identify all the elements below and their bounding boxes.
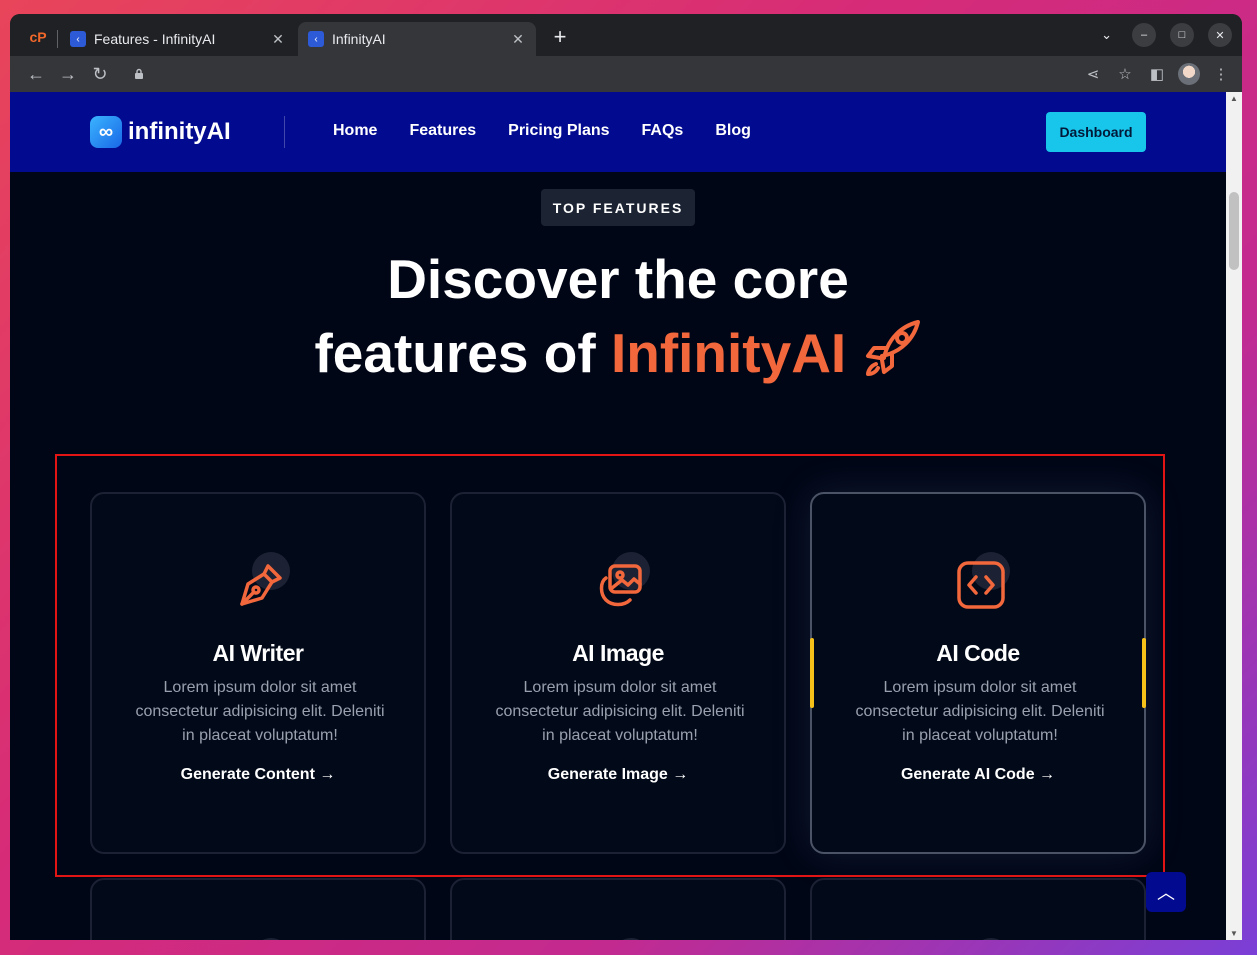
- image-icon: [599, 564, 642, 607]
- feature-icon-wrap: [230, 938, 290, 940]
- menu-kebab-icon[interactable]: ⋮: [1210, 65, 1232, 83]
- feature-description: Lorem ipsum dolor sit amet consectetur a…: [495, 679, 745, 744]
- feature-icon-wrap: [590, 938, 650, 940]
- section-eyebrow: TOP FEATURES: [541, 189, 695, 226]
- nav-pricing-plans[interactable]: Pricing Plans: [508, 122, 609, 140]
- nav-blog[interactable]: Blog: [715, 122, 751, 140]
- code-icon: [957, 561, 1005, 609]
- feature-card-ai-writer[interactable]: AI Writer Lorem ipsum dolor sit amet con…: [90, 492, 426, 854]
- new-tab-button[interactable]: +: [548, 24, 572, 50]
- address-bar[interactable]: [122, 60, 1076, 88]
- profile-avatar[interactable]: [1178, 63, 1200, 85]
- feature-card-ai-image[interactable]: AI Image Lorem ipsum dolor sit amet cons…: [450, 492, 786, 854]
- close-window-button[interactable]: ✕: [1208, 23, 1232, 47]
- feature-description: Lorem ipsum dolor sit amet consectetur a…: [135, 679, 385, 744]
- site-favicon-icon: ‹: [308, 31, 324, 47]
- feature-card-ai-code[interactable]: AI Code Lorem ipsum dolor sit amet conse…: [810, 492, 1146, 854]
- side-panel-icon[interactable]: ◧: [1146, 65, 1168, 83]
- tab-close-icon[interactable]: ✕: [270, 31, 286, 48]
- pen-nib-icon: [240, 564, 282, 606]
- feature-description: Lorem ipsum dolor sit amet consectetur a…: [855, 679, 1105, 744]
- feature-icon-wrap: [590, 552, 650, 612]
- tab-features[interactable]: ‹ Features - InfinityAI ✕: [60, 22, 296, 56]
- page-scrollbar[interactable]: ▲ ▼: [1226, 92, 1242, 940]
- icon-bubble: [252, 938, 290, 940]
- tab-close-icon[interactable]: ✕: [510, 31, 526, 48]
- title-accent: InfinityAI: [610, 322, 847, 384]
- feature-cta-link[interactable]: Generate Content →: [92, 766, 424, 784]
- rocket-icon: [865, 320, 920, 376]
- window-controls: ⌄ – □ ✕: [1101, 23, 1232, 47]
- infinity-logo-icon: ∞: [90, 116, 122, 148]
- scrollbar-thumb[interactable]: [1229, 192, 1239, 270]
- title-line-1: Discover the core: [387, 248, 849, 310]
- maximize-button[interactable]: □: [1170, 23, 1194, 47]
- scroll-down-icon[interactable]: ▼: [1230, 929, 1238, 938]
- feature-icon-wrap: [230, 552, 290, 612]
- pinned-tab-cpanel-icon[interactable]: cP: [20, 22, 56, 52]
- tab-strip: cP ‹ Features - InfinityAI ✕ ‹ InfinityA…: [10, 14, 1242, 56]
- minimize-button[interactable]: –: [1132, 23, 1156, 47]
- reload-icon[interactable]: ↻: [84, 64, 116, 85]
- dashboard-button[interactable]: Dashboard: [1046, 112, 1146, 152]
- scroll-up-icon[interactable]: ▲: [1230, 94, 1238, 103]
- nav-divider: [284, 116, 285, 148]
- logo-text: infinityAI: [128, 118, 231, 145]
- title-prefix: features of: [314, 322, 611, 384]
- browser-toolbar: ← → ↻ ⋖ ☆ ◧ ⋮: [10, 56, 1242, 92]
- feature-cta-link[interactable]: Generate AI Code →: [812, 766, 1144, 784]
- section-title: Discover the core features of InfinityAI: [10, 242, 1226, 390]
- icon-bubble: [972, 938, 1010, 940]
- feature-title: AI Writer: [212, 640, 304, 666]
- title-line-2: features of InfinityAI: [10, 316, 1226, 390]
- browser-window: cP ‹ Features - InfinityAI ✕ ‹ InfinityA…: [10, 14, 1242, 940]
- nav-home[interactable]: Home: [333, 122, 377, 140]
- site-logo[interactable]: ∞ infinityAI: [90, 116, 231, 148]
- nav-faqs[interactable]: FAQs: [642, 122, 684, 140]
- back-to-top-button[interactable]: ︿: [1146, 872, 1186, 912]
- nav-links: Home Features Pricing Plans FAQs Blog: [333, 122, 751, 140]
- back-arrow-icon[interactable]: ←: [20, 64, 52, 85]
- feature-icon-wrap: [950, 552, 1010, 612]
- site-favicon-icon: ‹: [70, 31, 86, 47]
- feature-icon-wrap: [950, 938, 1010, 940]
- page-viewport: ∞ infinityAI Home Features Pricing Plans…: [10, 92, 1226, 940]
- nav-features[interactable]: Features: [409, 122, 476, 140]
- site-navbar: ∞ infinityAI Home Features Pricing Plans…: [10, 92, 1226, 172]
- feature-card-partial[interactable]: [810, 878, 1146, 940]
- tab-separator: [57, 30, 58, 48]
- forward-arrow-icon[interactable]: →: [52, 64, 84, 85]
- lock-icon: [135, 68, 143, 79]
- feature-title: AI Image: [572, 640, 664, 666]
- bookmark-star-icon[interactable]: ☆: [1114, 65, 1136, 83]
- icon-bubble: [612, 938, 650, 940]
- tab-title: Features - InfinityAI: [94, 31, 216, 47]
- feature-card-partial[interactable]: [90, 878, 426, 940]
- feature-cta-link[interactable]: Generate Image →: [452, 766, 784, 784]
- tab-search-dropdown-icon[interactable]: ⌄: [1101, 27, 1112, 43]
- share-icon[interactable]: ⋖: [1082, 65, 1104, 83]
- tab-title: InfinityAI: [332, 31, 386, 47]
- feature-title: AI Code: [936, 640, 1020, 666]
- tab-infinityai[interactable]: ‹ InfinityAI ✕: [298, 22, 536, 56]
- toolbar-actions: ⋖ ☆ ◧ ⋮: [1082, 63, 1232, 85]
- feature-card-partial[interactable]: [450, 878, 786, 940]
